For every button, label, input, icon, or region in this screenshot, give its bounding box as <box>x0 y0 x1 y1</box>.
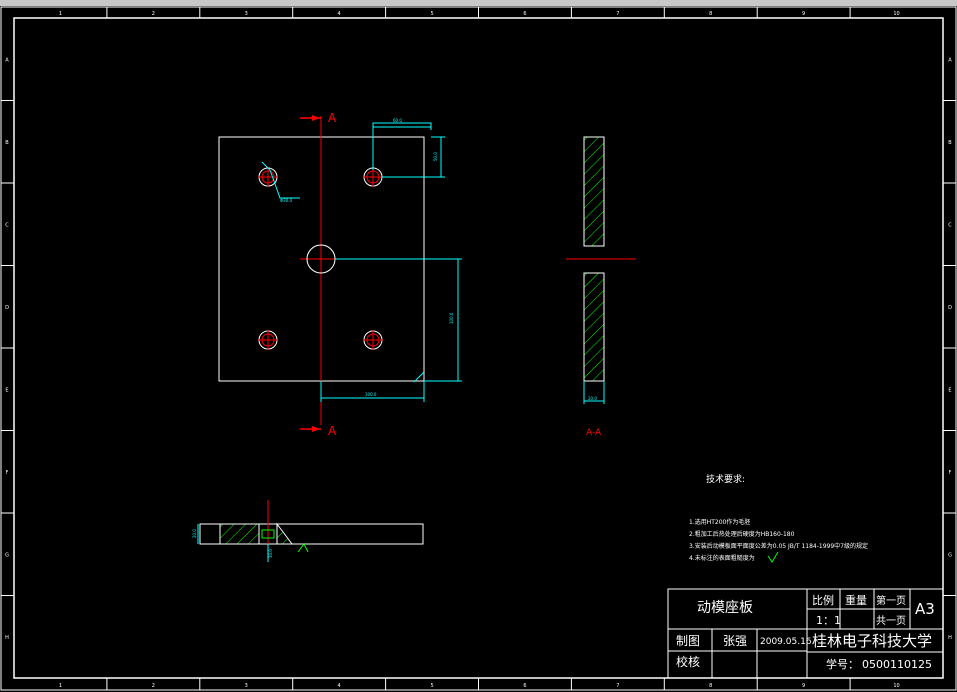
svg-text:A: A <box>328 424 337 438</box>
grid-label: 5 <box>430 11 433 17</box>
grid-label: 1 <box>59 683 62 689</box>
lower-hatched-section <box>583 272 605 382</box>
grid-label: 7 <box>616 11 619 17</box>
grid-label: G <box>948 552 952 558</box>
grid-label: 2 <box>152 11 155 17</box>
outer-border <box>0 6 957 691</box>
grid-label: G <box>5 552 9 558</box>
grid-label: 7 <box>616 683 619 689</box>
upper-hatched-section <box>583 136 605 247</box>
dimension-texts: 60.0 50.0 100.0 100.0 Φ30.0 <box>280 118 454 397</box>
grid-label: A <box>5 57 9 63</box>
paper-size: A3 <box>915 600 935 618</box>
side-view[interactable]: 20.0 10.0 <box>192 500 424 562</box>
tech-req-item: 4.未标注的表面粗糙度为 <box>689 554 755 562</box>
tech-req-item: 2.粗加工后热处理后硬度为HB160-180 <box>689 530 795 538</box>
section-marker-top: A <box>300 111 337 125</box>
bolt-hole-bottom-left <box>258 330 278 350</box>
section-view-label: A-A <box>586 428 602 438</box>
tech-req-title: 技术要求: <box>706 473 745 485</box>
weight-label: 重量 <box>845 593 867 607</box>
grid-label: 3 <box>245 683 248 689</box>
svg-text:Φ30.0: Φ30.0 <box>280 198 293 203</box>
check-label: 校核 <box>676 654 700 669</box>
cad-drawing-canvas[interactable]: 1 1 2 2 3 3 4 4 5 5 6 6 7 7 8 8 9 9 10 10 A A B B C C D D E E F F G G H H <box>0 0 957 692</box>
grid-label: A <box>948 57 952 63</box>
grid-label: 6 <box>523 11 526 17</box>
grid-label: 8 <box>709 11 712 17</box>
grid-label: H <box>5 635 9 641</box>
drawn-label: 制图 <box>676 634 700 648</box>
roughness-symbol-icon <box>767 551 779 563</box>
drawing-date: 2009.05.16 <box>760 637 812 647</box>
grid-label: E <box>5 387 8 393</box>
svg-text:100.0: 100.0 <box>365 392 377 397</box>
svg-text:20.0: 20.0 <box>192 529 197 538</box>
grid-label: B <box>5 140 9 146</box>
section-marker-bottom: A <box>300 424 337 438</box>
zone-grid-ticks <box>1 7 956 690</box>
grid-label: H <box>948 635 952 641</box>
front-view[interactable]: 60.0 50.0 100.0 100.0 Φ30.0 A A <box>218 111 462 438</box>
tech-req-item: 3.安装后动模板面平面度公差为0.05 JB/T 1184-1999中7级的规定 <box>689 542 868 550</box>
grid-label: 9 <box>802 11 805 17</box>
svg-text:100.0: 100.0 <box>449 312 454 324</box>
title-block-texts: 动模座板 比例 1：1 重量 第一页 共一页 A3 制图 张强 2009.05.… <box>676 593 935 671</box>
sheet-label: 第一页 <box>876 594 906 607</box>
svg-text:A: A <box>328 111 337 125</box>
tech-req-item: 1.选用HT200作为毛胚 <box>689 518 750 526</box>
total-label: 共一页 <box>876 615 906 627</box>
grid-label: C <box>5 222 9 228</box>
bolt-hole-bottom-right <box>363 330 383 350</box>
section-view-a-a[interactable]: 20.0 A-A <box>566 136 636 438</box>
grid-label: 4 <box>338 11 341 17</box>
school-name: 桂林电子科技大学 <box>812 632 932 650</box>
zone-grid-labels: 1 1 2 2 3 3 4 4 5 5 6 6 7 7 8 8 9 9 10 10 A A B B C C D D E E F F G G H H <box>5 11 952 689</box>
part-name: 动模座板 <box>697 600 753 616</box>
grid-label: 1 <box>59 11 62 17</box>
student-id: 0500110125 <box>862 658 932 671</box>
drawn-by: 张强 <box>723 634 747 648</box>
grid-label: 6 <box>523 683 526 689</box>
grid-label: 2 <box>152 683 155 689</box>
grid-label: 10 <box>893 11 899 17</box>
grid-label: C <box>948 222 952 228</box>
scale-label: 比例 <box>812 593 834 607</box>
technical-requirements: 技术要求: 1.选用HT200作为毛胚 2.粗加工后热处理后硬度为HB160-1… <box>689 473 868 563</box>
svg-text:50.0: 50.0 <box>433 152 438 161</box>
grid-label: F <box>6 470 9 476</box>
dimension-lines <box>261 122 462 402</box>
grid-label: D <box>5 305 9 311</box>
svg-text:10.0: 10.0 <box>268 549 273 558</box>
grid-label: 9 <box>802 683 805 689</box>
grid-label: D <box>948 305 952 311</box>
svg-text:20.0: 20.0 <box>588 396 597 401</box>
grid-label: F <box>949 470 952 476</box>
grid-label: 4 <box>338 683 341 689</box>
grid-label: 3 <box>245 11 248 17</box>
grid-label: 5 <box>430 683 433 689</box>
grid-label: E <box>948 387 951 393</box>
student-id-label: 学号： <box>826 657 859 671</box>
side-hatch-left <box>219 523 260 545</box>
inner-frame <box>13 17 944 679</box>
svg-text:60.0: 60.0 <box>393 118 402 123</box>
scale-value: 1：1 <box>816 614 841 627</box>
side-hatch-right <box>276 522 293 545</box>
grid-label: 8 <box>709 683 712 689</box>
grid-label: 10 <box>893 683 899 689</box>
grid-label: B <box>948 140 952 146</box>
